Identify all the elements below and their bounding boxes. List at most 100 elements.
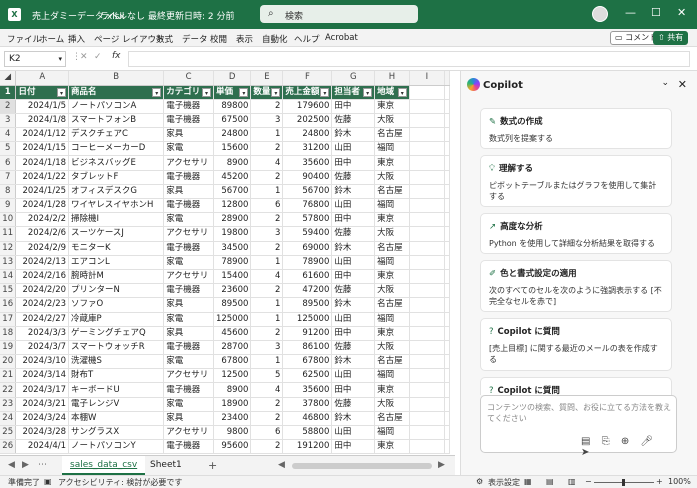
cell[interactable]: 冷蔵庫P [68, 312, 165, 327]
cell[interactable]: 89800 [213, 99, 252, 114]
cell[interactable]: 2024/3/21 [15, 397, 70, 412]
cell[interactable]: 3 [250, 340, 284, 356]
cell[interactable]: 2024/1/25 [15, 184, 70, 200]
cell[interactable]: スマートフォンB [68, 113, 165, 129]
cell[interactable]: 福岡 [374, 198, 410, 214]
cell[interactable]: 57800 [282, 212, 333, 228]
microphone-icon[interactable]: 🎤︎ [640, 436, 653, 447]
cell[interactable]: 47200 [282, 283, 333, 299]
minimize-icon[interactable]: — [625, 6, 636, 19]
row-header[interactable]: 8 [0, 184, 17, 200]
column-header[interactable]: A [15, 71, 70, 86]
cell[interactable] [444, 439, 450, 455]
zoom-slider-thumb[interactable] [622, 479, 625, 486]
page-layout-view-icon[interactable]: ▤ [546, 477, 554, 486]
cell[interactable]: 2024/2/23 [15, 297, 70, 313]
normal-view-icon[interactable]: ▦ [524, 477, 532, 486]
cell[interactable]: 本棚W [68, 411, 165, 427]
table-header-cell[interactable]: 単価 ▾ [213, 85, 252, 100]
cell[interactable]: 山田 [331, 425, 376, 441]
cell[interactable]: 2024/3/3 [15, 326, 70, 341]
row-header[interactable]: 23 [0, 397, 17, 412]
cell[interactable]: コーヒーメーカーD [68, 141, 165, 157]
row-header[interactable]: 16 [0, 297, 17, 313]
column-header[interactable]: H [374, 71, 410, 86]
cell[interactable]: 大阪 [374, 113, 410, 129]
column-header[interactable]: E [250, 71, 284, 86]
cell[interactable]: 山田 [331, 312, 376, 327]
cell[interactable]: 179600 [282, 99, 333, 114]
cell[interactable]: 電子機器 [163, 382, 214, 398]
cell[interactable]: 東京 [374, 439, 410, 455]
cell[interactable]: 18900 [213, 397, 252, 412]
cell[interactable]: 鈴木 [331, 184, 376, 200]
accessibility-status[interactable]: アクセシビリティ: 検討が必要です [58, 477, 182, 488]
cell[interactable] [409, 184, 446, 200]
cell[interactable]: 大阪 [374, 226, 410, 242]
cell[interactable]: 6 [250, 425, 284, 441]
display-settings-icon[interactable]: ⚙ [476, 477, 483, 486]
row-header[interactable]: 10 [0, 212, 17, 228]
cell[interactable]: 山田 [331, 198, 376, 214]
cell[interactable] [444, 241, 450, 256]
cell[interactable]: 2024/1/28 [15, 198, 70, 214]
zoom-level[interactable]: 100% [668, 477, 691, 486]
cell[interactable]: 福岡 [374, 141, 410, 157]
cell[interactable]: 76800 [282, 198, 333, 214]
next-sheet-icon[interactable]: ▶ [22, 460, 29, 470]
cell[interactable]: 67800 [282, 354, 333, 370]
cell[interactable]: アクセサリ [163, 269, 214, 285]
cell[interactable] [444, 170, 450, 185]
macro-icon[interactable]: ▣ [44, 477, 52, 486]
cell[interactable]: エアコンL [68, 255, 165, 270]
cell[interactable]: 名古屋 [374, 241, 410, 256]
cell[interactable]: 2 [250, 439, 284, 455]
zoom-out-icon[interactable]: − [585, 477, 592, 486]
tab-automate[interactable]: 自動化 [262, 33, 288, 45]
cell[interactable]: 家具 [163, 411, 214, 427]
cell[interactable]: 2024/4/1 [15, 439, 70, 455]
cell[interactable]: 電子機器 [163, 439, 214, 455]
attach-icon[interactable]: ⎘ [602, 436, 610, 447]
row-header[interactable]: 6 [0, 155, 17, 171]
table-header-cell[interactable]: 商品名 ▾ [68, 85, 165, 100]
filter-dropdown-icon[interactable]: ▾ [201, 87, 211, 97]
cell[interactable] [444, 198, 450, 214]
cell[interactable]: 67500 [213, 113, 252, 129]
cell[interactable]: 3 [250, 226, 284, 242]
cell[interactable]: 23400 [213, 411, 252, 427]
copilot-card-analysis[interactable]: ↗ 高度な分析 Python を使用して詳細な分析結果を取得する [480, 213, 672, 254]
cell[interactable]: 2024/3/14 [15, 368, 70, 384]
cell[interactable]: 2 [250, 99, 284, 114]
cell[interactable]: 9800 [213, 425, 252, 441]
cell[interactable] [444, 312, 450, 327]
sheet-tab-sales-data[interactable]: sales_data_csv [62, 456, 146, 475]
cell[interactable] [409, 113, 446, 129]
cell[interactable]: 2 [250, 212, 284, 228]
fx-icon[interactable]: fx [112, 51, 121, 61]
cell[interactable]: 2 [250, 170, 284, 185]
cell[interactable] [409, 198, 446, 214]
table-header-cell[interactable]: 売上金額 ▾ [282, 85, 333, 100]
cell[interactable]: 46800 [282, 411, 333, 427]
cell[interactable]: 91200 [282, 326, 333, 341]
row-header[interactable]: 11 [0, 226, 17, 242]
cell[interactable] [409, 397, 446, 412]
cell[interactable]: 電子機器 [163, 99, 214, 114]
cell[interactable]: ノートパソコンY [68, 439, 165, 455]
column-header[interactable] [444, 71, 450, 86]
cell[interactable] [409, 212, 446, 228]
row-header[interactable]: 3 [0, 113, 17, 129]
cell[interactable]: 78900 [213, 255, 252, 270]
cell[interactable]: 2 [250, 411, 284, 427]
cell[interactable]: 2 [250, 397, 284, 412]
cell[interactable]: 名古屋 [374, 184, 410, 200]
cell[interactable] [444, 113, 450, 129]
cell[interactable]: 2024/2/2 [15, 212, 70, 228]
table-header-cell[interactable]: 数量 ▾ [250, 85, 284, 100]
cell[interactable]: 86100 [282, 340, 333, 356]
cell[interactable]: 田中 [331, 269, 376, 285]
cell[interactable]: 1 [250, 255, 284, 270]
cell[interactable]: 洗濯機S [68, 354, 165, 370]
avatar[interactable] [592, 6, 608, 22]
